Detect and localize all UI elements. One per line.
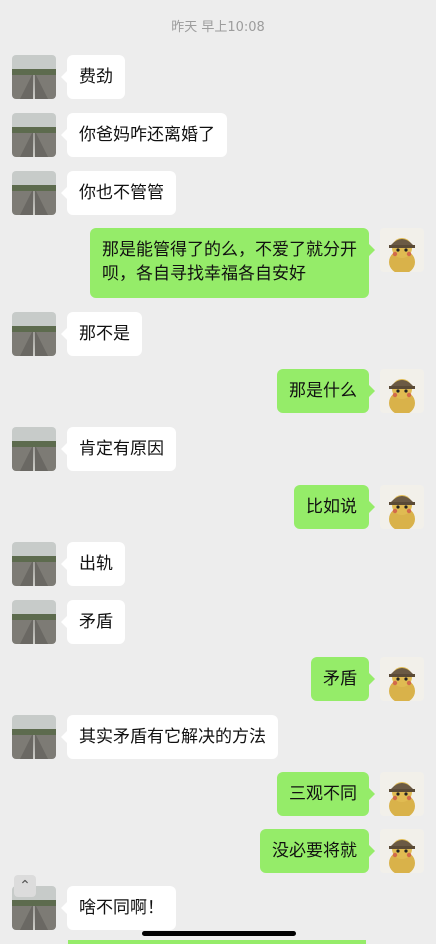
- message-text: 矛盾: [79, 612, 113, 632]
- message-text: 费劲: [79, 67, 113, 87]
- outgoing-message-bubble[interactable]: 那是能管得了的么，不爱了就分开 呗，各自寻找幸福各自安好: [90, 228, 375, 298]
- message-text: 那是能管得了的么，不爱了就分开 呗，各自寻找幸福各自安好: [102, 240, 357, 284]
- road-avatar-icon[interactable]: [12, 113, 56, 157]
- incoming-message-bubble[interactable]: 那不是: [61, 312, 142, 356]
- pikachu-avatar-icon[interactable]: [380, 369, 424, 413]
- pikachu-avatar-icon[interactable]: [380, 829, 424, 873]
- incoming-message-bubble[interactable]: 肯定有原因: [61, 427, 176, 471]
- incoming-message-bubble[interactable]: 你也不管管: [61, 171, 176, 215]
- outgoing-message-bubble[interactable]: 那是什么: [277, 369, 375, 413]
- pikachu-avatar-icon[interactable]: [380, 228, 424, 272]
- message-text: 比如说: [306, 497, 357, 517]
- message-text: 那不是: [79, 324, 130, 344]
- message-text: 出轨: [79, 554, 113, 574]
- incoming-message-bubble[interactable]: 其实矛盾有它解决的方法: [61, 715, 278, 759]
- pikachu-avatar-icon[interactable]: [380, 772, 424, 816]
- incoming-message-bubble[interactable]: 出轨: [61, 542, 125, 586]
- chevron-up-icon[interactable]: ⌃: [14, 875, 36, 897]
- road-avatar-icon[interactable]: [12, 312, 56, 356]
- road-avatar-icon[interactable]: [12, 715, 56, 759]
- incoming-message-bubble[interactable]: 矛盾: [61, 600, 125, 644]
- message-text: 你也不管管: [79, 183, 164, 203]
- home-indicator[interactable]: [142, 931, 296, 936]
- outgoing-message-bubble[interactable]: 没必要将就: [260, 829, 375, 873]
- message-text: 三观不同: [289, 784, 357, 804]
- road-avatar-icon[interactable]: [12, 427, 56, 471]
- road-avatar-icon[interactable]: [12, 542, 56, 586]
- incoming-message-bubble[interactable]: 你爸妈咋还离婚了: [61, 113, 227, 157]
- road-avatar-icon[interactable]: [12, 171, 56, 215]
- message-text: 那是什么: [289, 381, 357, 401]
- message-text: 啥不同啊！: [79, 898, 164, 918]
- outgoing-message-bubble[interactable]: 三观不同: [277, 772, 375, 816]
- message-text: 其实矛盾有它解决的方法: [79, 727, 266, 747]
- pikachu-avatar-icon[interactable]: [380, 485, 424, 529]
- message-text: 你爸妈咋还离婚了: [79, 125, 215, 145]
- message-text: 肯定有原因: [79, 439, 164, 459]
- chat-timestamp: 昨天 早上10:08: [171, 20, 265, 35]
- outgoing-message-bubble[interactable]: 比如说: [294, 485, 375, 529]
- incoming-message-bubble[interactable]: 啥不同啊！: [61, 886, 176, 930]
- road-avatar-icon[interactable]: [12, 55, 56, 99]
- pikachu-avatar-icon[interactable]: [380, 657, 424, 701]
- incoming-message-bubble[interactable]: 费劲: [61, 55, 125, 99]
- partial-outgoing-bubble: [68, 940, 366, 944]
- message-text: 没必要将就: [272, 841, 357, 861]
- message-text: 矛盾: [323, 669, 357, 689]
- road-avatar-icon[interactable]: [12, 600, 56, 644]
- outgoing-message-bubble[interactable]: 矛盾: [311, 657, 375, 701]
